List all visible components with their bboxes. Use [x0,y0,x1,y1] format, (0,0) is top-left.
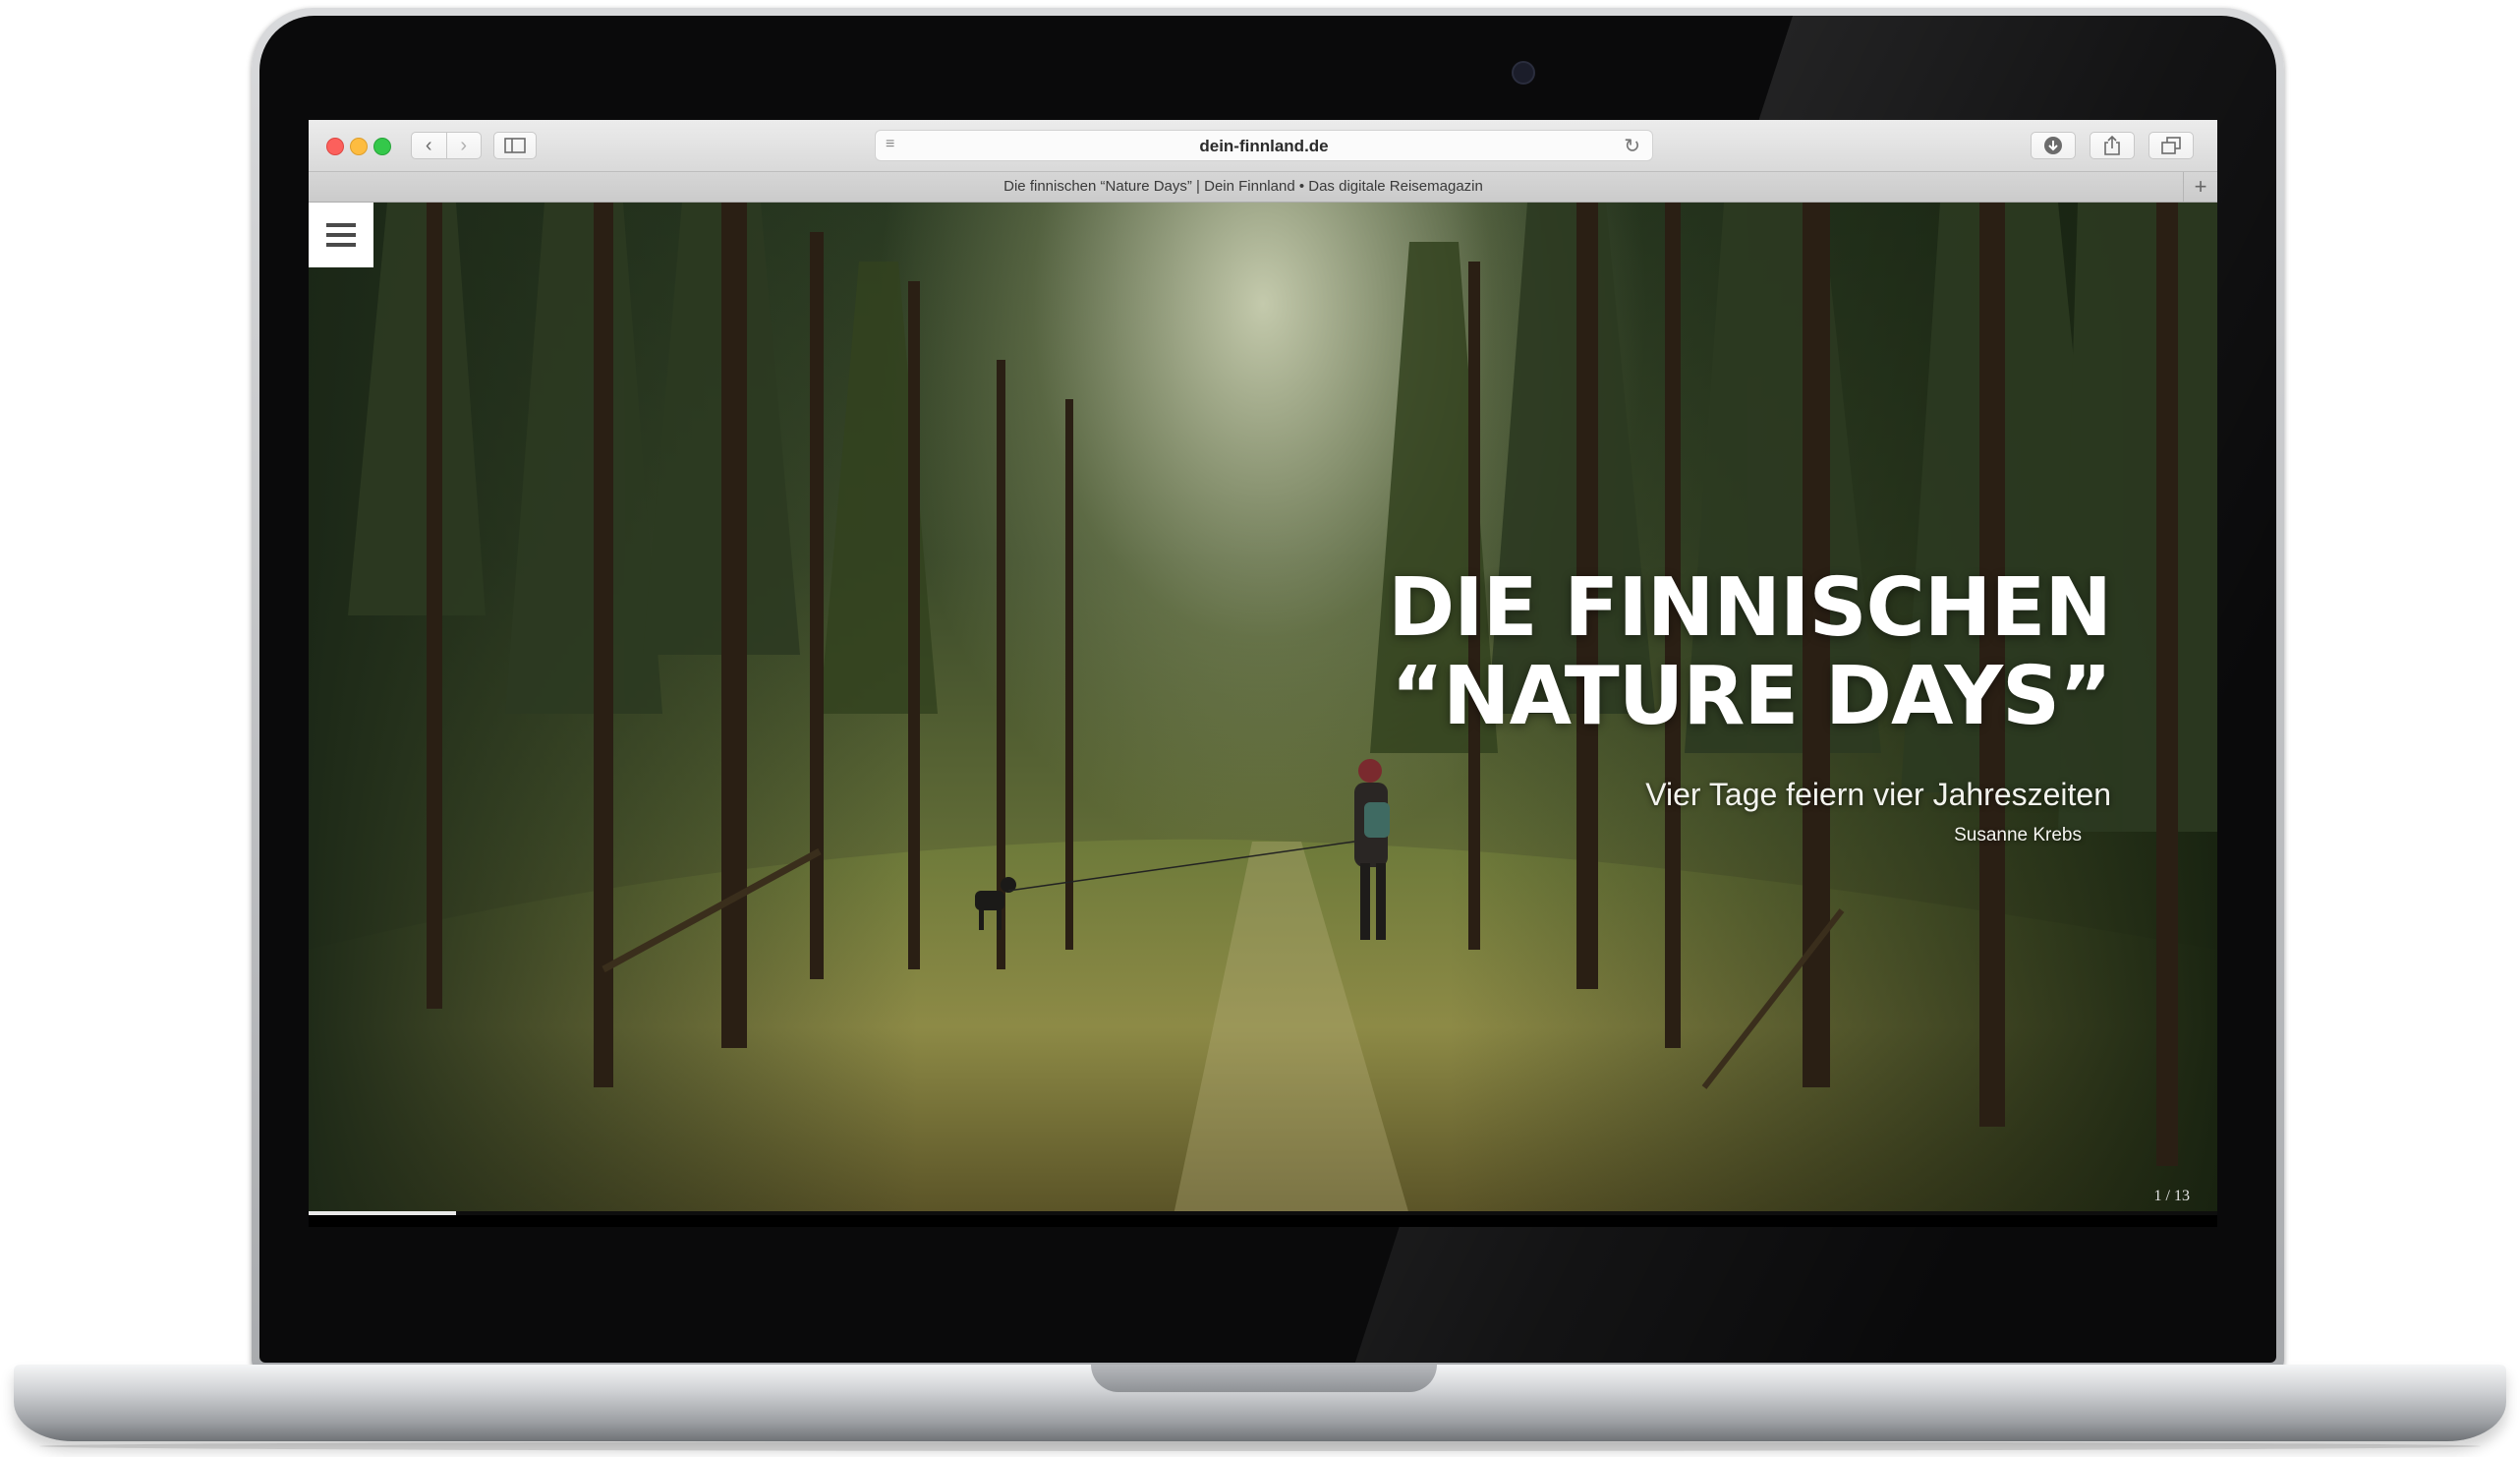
show-tabs-button[interactable] [2148,132,2194,159]
chevron-left-icon[interactable]: ‹ [412,135,446,157]
address-bar[interactable]: ≡ dein-finnland.de ↻ [875,130,1653,161]
plus-icon[interactable]: + [2183,172,2217,202]
window-close-button[interactable] [326,138,344,155]
slide-progress-fill [309,1211,456,1215]
hamburger-icon[interactable] [309,203,373,267]
download-button[interactable] [2031,132,2076,159]
share-icon [2104,136,2120,155]
tabs-icon [2161,137,2181,154]
hero-subtitle: Vier Tage feiern vier Jahreszeiten [1645,777,2111,812]
sidebar-toggle-button[interactable] [493,132,537,159]
slide-progress-bar [309,1211,2217,1215]
download-icon [2044,137,2062,154]
browser-toolbar: ‹ › ≡ dein-finnland.de ↻ [309,120,2217,172]
browser-window: ‹ › ≡ dein-finnland.de ↻ Die finnischen … [309,120,2217,1227]
share-button[interactable] [2090,132,2135,159]
sidebar-icon [504,138,526,153]
tab-bar: Die finnischen “Nature Days” | Dein Finn… [309,172,2217,203]
window-maximize-button[interactable] [373,138,391,155]
laptop-opening-notch [1091,1365,1437,1392]
menu-line [326,243,356,247]
laptop-shadow [39,1441,2481,1451]
chevron-right-icon[interactable]: › [446,135,481,157]
reload-icon[interactable]: ↻ [1624,134,1640,158]
hero-author: Susanne Krebs [1954,825,2082,845]
hero-title: DIE FINNISCHEN “NATURE DAYS” [1388,561,2112,743]
slide-counter: 1 / 13 [2153,1188,2190,1204]
menu-line [326,223,356,227]
laptop-mockup: ‹ › ≡ dein-finnland.de ↻ Die finnischen … [0,0,2520,1457]
window-minimize-button[interactable] [350,138,368,155]
menu-line [326,233,356,237]
tab-active-title[interactable]: Die finnischen “Nature Days” | Dein Finn… [309,178,2178,195]
hero-text-block: DIE FINNISCHEN “NATURE DAYS” Vier Tage f… [1030,561,2112,846]
history-nav-group: ‹ › [411,132,482,159]
page-content: DIE FINNISCHEN “NATURE DAYS” Vier Tage f… [309,203,2217,1215]
camera-icon [1512,61,1535,85]
url-text: dein-finnland.de [1199,137,1329,155]
